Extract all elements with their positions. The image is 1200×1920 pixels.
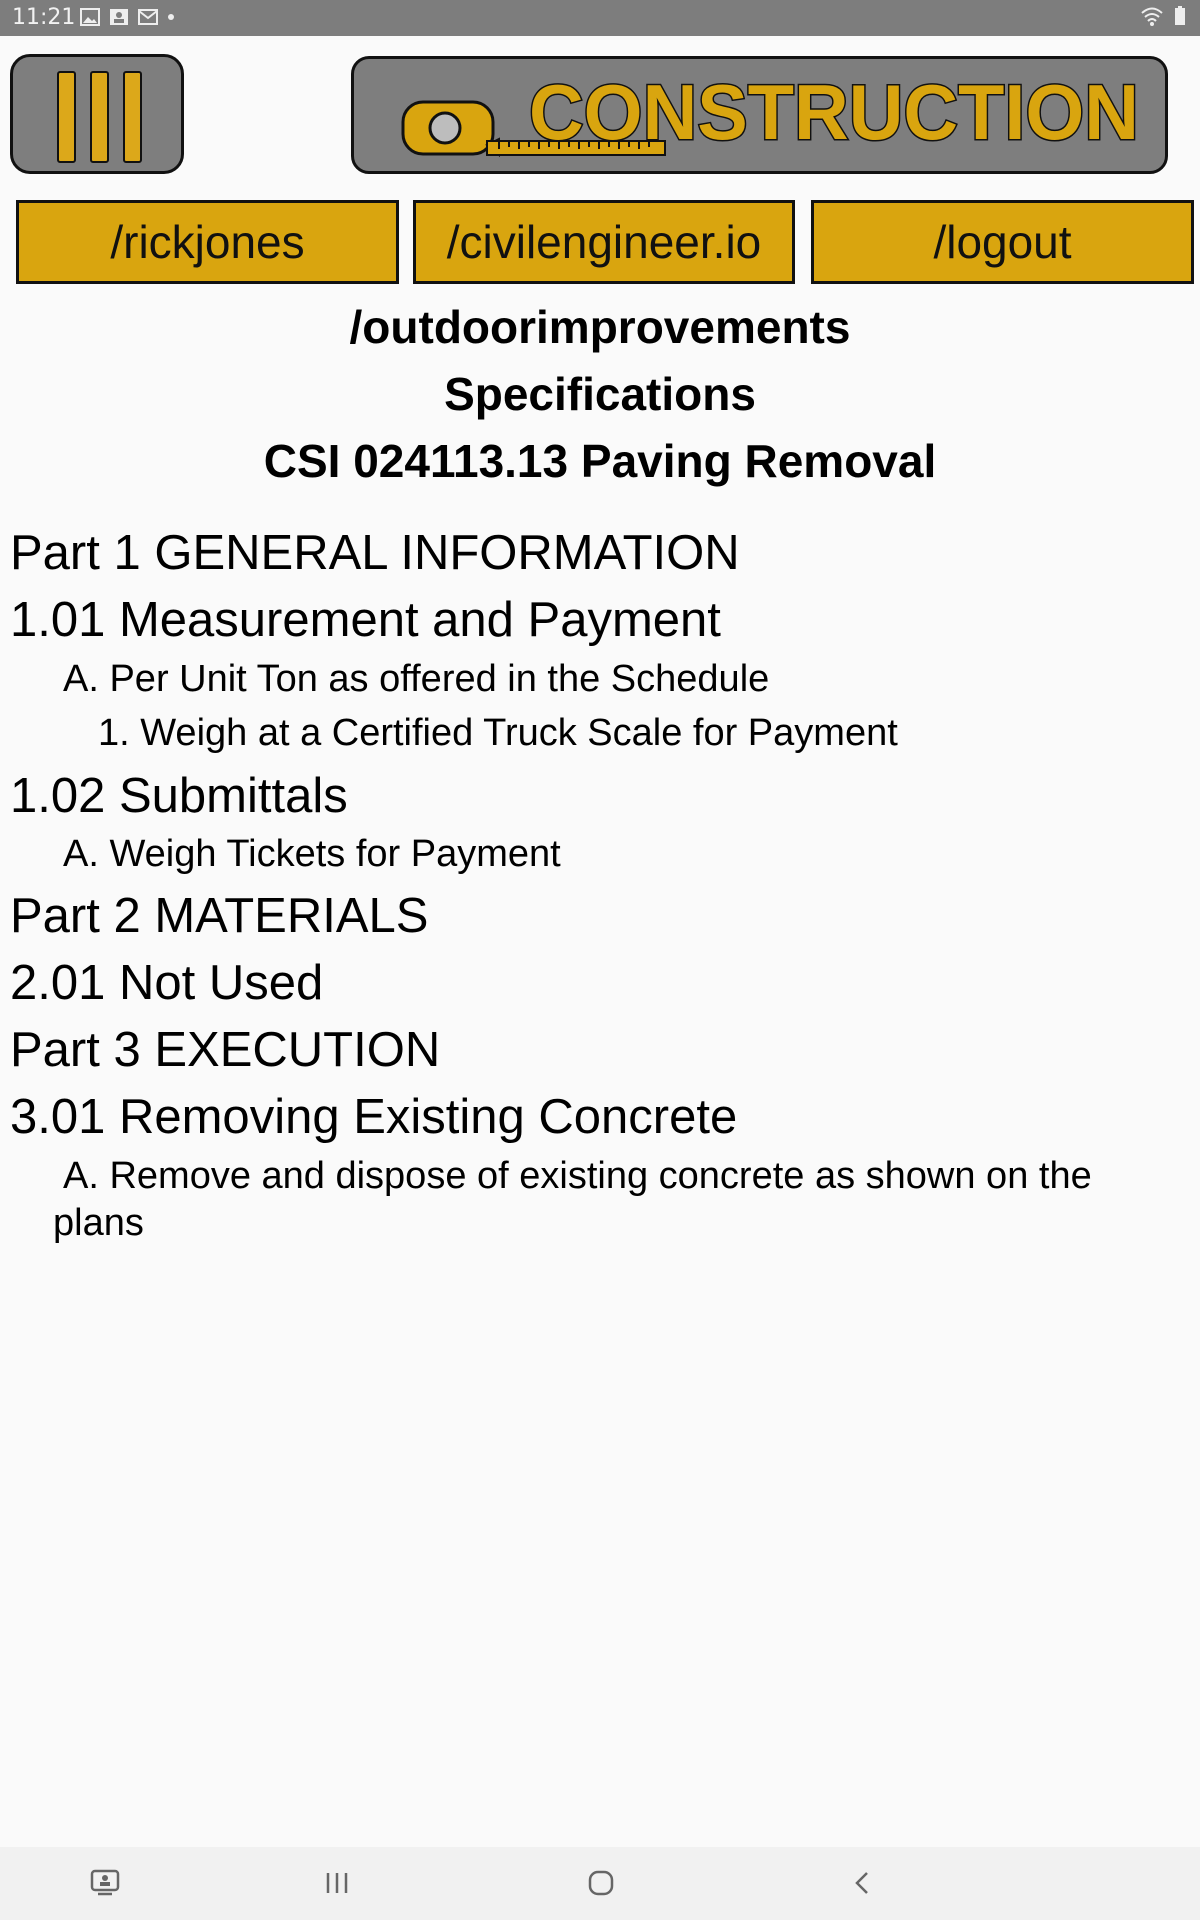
- status-bar: 11:21: [0, 0, 1200, 36]
- construction-logo[interactable]: CONSTRUCTION: [351, 56, 1168, 174]
- spec-title: CSI 024113.13 Paving Removal: [263, 435, 937, 487]
- image-icon: [80, 8, 100, 26]
- page-subtitle: Specifications: [444, 368, 756, 420]
- nav-civilengineer-label: /civilengineer.io: [446, 216, 762, 268]
- spec-part-2: Part 2 MATERIALS: [10, 889, 429, 943]
- dot-icon: [168, 14, 174, 20]
- recent-apps-icon[interactable]: [325, 1869, 349, 1897]
- spec-part-1: Part 1 GENERAL INFORMATION: [10, 526, 740, 580]
- nav-rickjones-label: /rickjones: [110, 216, 305, 268]
- spec-2-01: 2.01 Not Used: [10, 956, 324, 1010]
- nav-rickjones[interactable]: /rickjones: [16, 200, 399, 284]
- home-icon[interactable]: [587, 1869, 615, 1897]
- mail-icon: [138, 9, 158, 25]
- spec-1-02: 1.02 Submittals: [10, 769, 348, 823]
- person-badge-icon: [110, 9, 128, 25]
- spec-3-01: 3.01 Removing Existing Concrete: [10, 1090, 738, 1144]
- spec-1-01-a: A. Per Unit Ton as offered in the Schedu…: [63, 658, 770, 700]
- screen-cast-icon[interactable]: [90, 1869, 120, 1897]
- logo-text: CONSTRUCTION: [528, 67, 1141, 158]
- status-time: 11:21: [12, 5, 76, 30]
- spec-1-01-a-1: 1. Weigh at a Certified Truck Scale for …: [98, 712, 898, 754]
- spec-1-02-a: A. Weigh Tickets for Payment: [63, 833, 561, 875]
- back-icon[interactable]: [852, 1869, 872, 1897]
- logo-wordmark: CONSTRUCTION: [529, 68, 1139, 156]
- system-nav-bar: [0, 1847, 1200, 1920]
- spec-3-01-a: A. Remove and dispose of existing concre…: [63, 1155, 1092, 1197]
- menu-button[interactable]: [10, 54, 184, 174]
- nav-civilengineer[interactable]: /civilengineer.io: [413, 200, 795, 284]
- spec-part-3: Part 3 EXECUTION: [10, 1023, 441, 1077]
- spec-3-01-a-cont: plans: [53, 1202, 144, 1244]
- section-title: /outdoorimprovements: [349, 301, 851, 353]
- nav-logout-label: /logout: [933, 216, 1072, 268]
- wifi-icon: [1141, 7, 1163, 26]
- spec-1-01: 1.01 Measurement and Payment: [10, 593, 721, 647]
- battery-icon: [1175, 6, 1185, 25]
- nav-logout[interactable]: /logout: [811, 200, 1194, 284]
